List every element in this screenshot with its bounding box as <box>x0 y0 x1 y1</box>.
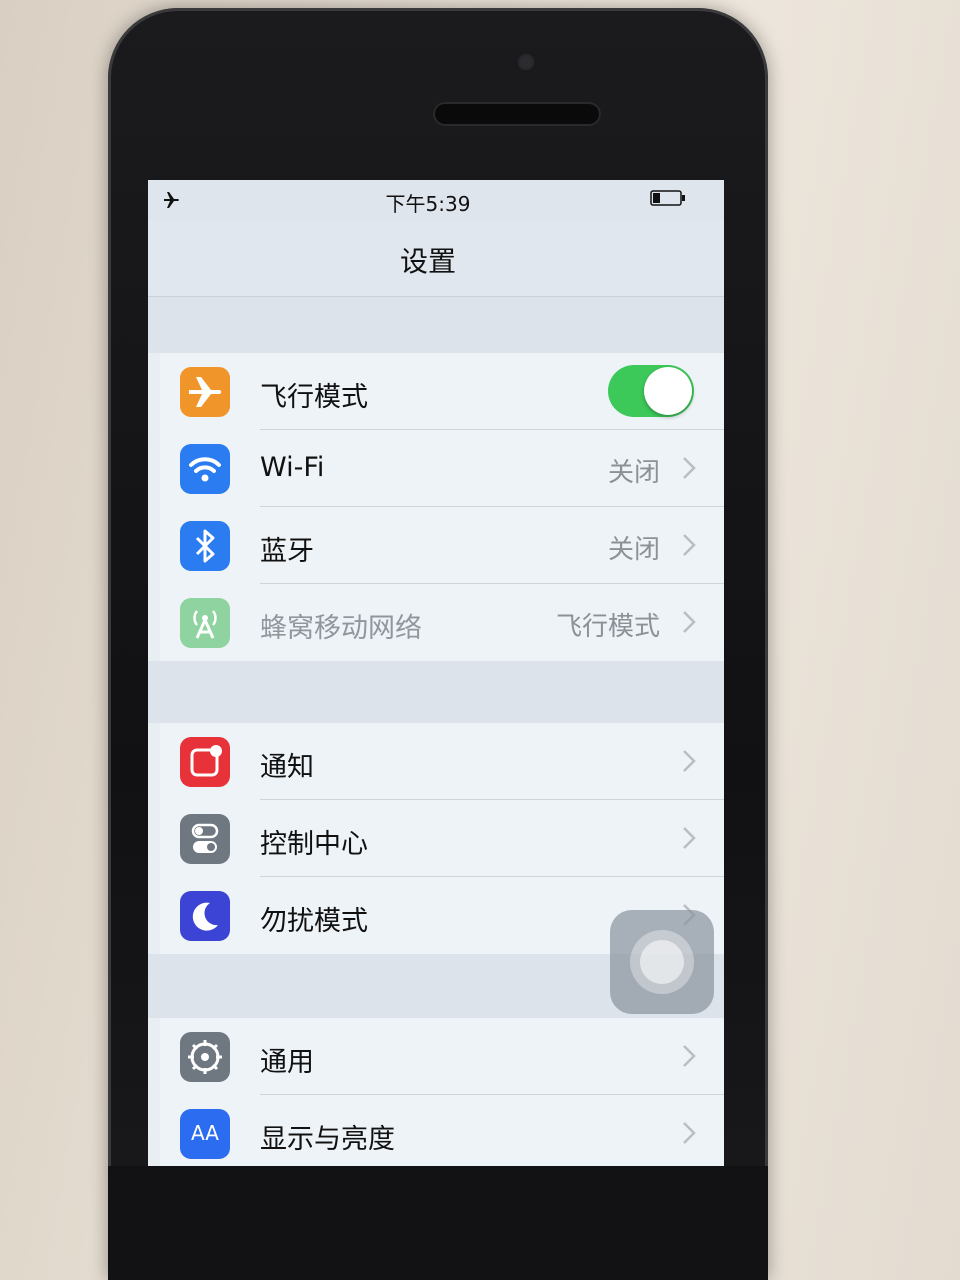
display-icon-text: AA <box>191 1121 219 1145</box>
row-label: 勿扰模式 <box>260 906 368 937</box>
airplane-mode-toggle[interactable] <box>608 365 694 417</box>
row-label: 控制中心 <box>260 829 368 860</box>
assistive-touch-core <box>640 940 684 984</box>
row-value: 关闭 <box>607 458 660 488</box>
status-time: 下午5:39 <box>385 192 471 216</box>
display-icon: AA <box>180 1109 230 1159</box>
row-display-brightness[interactable]: AA 显示与亮度 <box>160 1095 724 1166</box>
chevron-right-icon <box>682 456 696 480</box>
control-center-icon <box>180 814 230 864</box>
row-control-center[interactable]: 控制中心 <box>160 800 724 877</box>
row-value: 关闭 <box>607 535 660 565</box>
phone-screen: 下午5:39 设置 飞行模式 Wi-Fi 关闭 蓝牙 关闭 蜂窝移动网络 飞行模… <box>148 180 724 1166</box>
gear-icon <box>180 1032 230 1082</box>
row-airplane-mode[interactable]: 飞行模式 <box>160 353 724 430</box>
status-bar: 下午5:39 <box>148 180 724 220</box>
group-spacer <box>148 661 724 723</box>
settings-group-connectivity: 飞行模式 Wi-Fi 关闭 蓝牙 关闭 蜂窝移动网络 飞行模式 <box>160 353 724 661</box>
chevron-right-icon <box>682 826 696 850</box>
chevron-right-icon <box>682 610 696 634</box>
settings-group-general: 通用 AA 显示与亮度 <box>160 1018 724 1166</box>
moon-icon <box>180 891 230 941</box>
row-value: 飞行模式 <box>555 612 660 642</box>
row-wifi[interactable]: Wi-Fi 关闭 <box>160 430 724 507</box>
row-label: 通用 <box>260 1047 314 1078</box>
row-cellular[interactable]: 蜂窝移动网络 飞行模式 <box>160 584 724 661</box>
toggle-knob <box>644 367 692 415</box>
navigation-bar: 设置 <box>148 220 724 297</box>
row-notifications[interactable]: 通知 <box>160 723 724 800</box>
row-label: 蓝牙 <box>260 536 314 567</box>
row-label: 通知 <box>260 752 314 783</box>
notifications-icon <box>180 737 230 787</box>
assistive-touch-icon[interactable] <box>610 910 714 1014</box>
chevron-right-icon <box>682 533 696 557</box>
group-spacer <box>148 297 724 353</box>
row-label: 蜂窝移动网络 <box>260 613 422 644</box>
chevron-right-icon <box>682 1121 696 1145</box>
phone-bottom-bezel <box>108 1166 768 1280</box>
wifi-icon <box>180 444 230 494</box>
cellular-icon <box>180 598 230 648</box>
row-general[interactable]: 通用 <box>160 1018 724 1095</box>
chevron-right-icon <box>682 749 696 773</box>
battery-icon <box>650 190 686 206</box>
front-camera <box>516 52 536 72</box>
page-title: 设置 <box>399 245 456 278</box>
chevron-right-icon <box>682 1044 696 1068</box>
row-label: 显示与亮度 <box>260 1124 395 1155</box>
row-label: Wi-Fi <box>260 452 325 483</box>
bluetooth-icon <box>180 521 230 571</box>
row-label: 飞行模式 <box>260 382 368 413</box>
row-bluetooth[interactable]: 蓝牙 关闭 <box>160 507 724 584</box>
earpiece-speaker <box>433 102 601 126</box>
airplane-icon <box>180 367 230 417</box>
